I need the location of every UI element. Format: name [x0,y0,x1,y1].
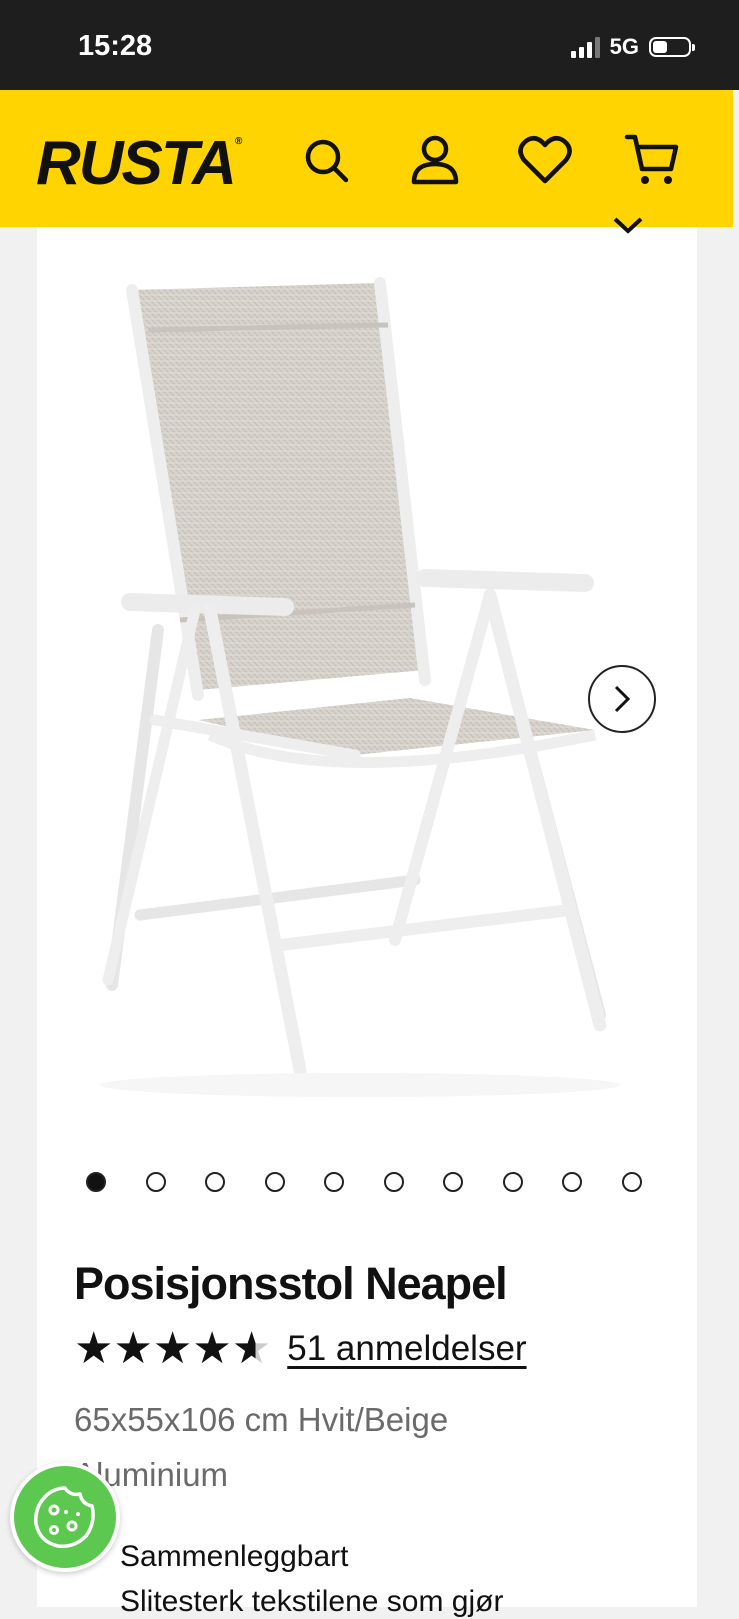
carousel-dot[interactable] [205,1172,225,1192]
signal-icon [570,36,600,58]
network-label: 5G [609,34,639,59]
carousel-dot[interactable] [324,1172,344,1192]
rusta-logo[interactable]: RUSTA® [36,128,242,199]
product-description: 65x55x106 cm Hvit/Beige Aluminium [74,1401,449,1493]
carousel-dot[interactable] [443,1172,463,1192]
cart-icon[interactable] [622,130,682,190]
carousel-dot[interactable] [86,1172,106,1192]
account-icon[interactable] [405,130,465,190]
carousel-dot[interactable] [621,1172,642,1192]
status-bar: 15:28 5G [0,0,739,90]
heart-icon[interactable] [515,130,575,190]
feature-item: Slitesterk tekstilene som gjør [120,1585,504,1618]
search-icon[interactable] [296,130,356,190]
carousel-dot[interactable] [502,1172,523,1192]
status-indicators: 5G [570,34,695,60]
site-header: RUSTA® [0,90,733,227]
star-icon: ★ [192,1324,232,1373]
star-half-icon: ★ [231,1324,272,1373]
carousel-dots [86,1172,681,1192]
cookie-settings-button[interactable] [10,1462,120,1572]
product-image[interactable] [70,250,650,1120]
star-icon: ★ [113,1324,153,1373]
cookie-icon [34,1486,95,1549]
carousel-dot[interactable] [383,1172,404,1192]
reviews-link[interactable]: 51 anmeldelser [287,1329,526,1369]
carousel-dot[interactable] [562,1172,582,1192]
chevron-right-icon [614,685,631,713]
product-rating: ★ ★ ★ ★ ★ 51 anmeldelser [74,1327,527,1371]
battery-icon [649,37,695,57]
status-time: 15:28 [78,30,153,62]
product-title: Posisjonsstol Neapel [74,1258,508,1309]
carousel-dot[interactable] [145,1172,166,1192]
next-image-button[interactable] [588,665,656,733]
chevron-down-icon[interactable] [612,215,644,235]
star-icon: ★ [74,1324,114,1373]
carousel-dot[interactable] [264,1172,285,1192]
feature-item: Sammenleggbart [120,1540,349,1573]
rating-stars: ★ ★ ★ ★ ★ [74,1327,271,1371]
star-icon: ★ [152,1324,193,1373]
